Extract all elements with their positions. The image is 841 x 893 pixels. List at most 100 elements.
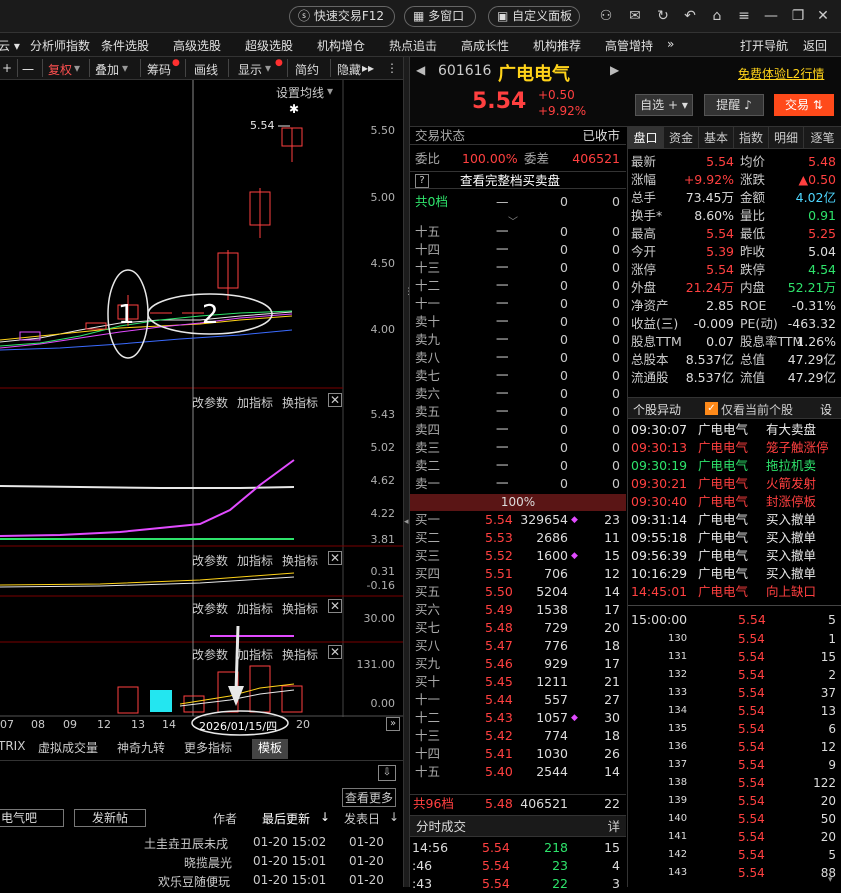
tab-tick[interactable]: 逐笔 <box>804 127 841 149</box>
scroll-icon[interactable]: ▾ <box>828 875 833 885</box>
switch-indicator-button[interactable]: 换指标 <box>282 552 318 569</box>
menu-item[interactable]: 机构推荐 <box>533 37 581 54</box>
tab-template[interactable]: 模板 <box>252 739 289 759</box>
chevron-down-icon[interactable]: ▾ <box>74 61 80 75</box>
anomaly-row[interactable]: 14:45:01 广电电气 向上缺口 <box>628 583 841 601</box>
simple-button[interactable]: 简约 <box>295 61 319 78</box>
close-icon[interactable]: ✕ <box>328 599 342 613</box>
add-indicator-button[interactable]: 加指标 <box>237 552 273 569</box>
anomaly-row[interactable]: 10:16:29 广电电气 买入撤单 <box>628 565 841 583</box>
open-nav[interactable]: 打开导航 <box>740 37 788 54</box>
anomaly-row[interactable]: 09:30:13 广电电气 笼子触涨停 <box>628 439 841 457</box>
back-button[interactable]: 返回 <box>803 37 827 54</box>
edit-params-button[interactable]: 改参数 <box>192 600 228 617</box>
forum-link[interactable]: 电气吧 <box>0 809 64 827</box>
sell-level-row[interactable]: 卖一 一 0 0 <box>410 475 626 493</box>
tab-handicap[interactable]: 盘口 <box>628 127 664 149</box>
zoom-out-button[interactable]: 一 <box>22 61 34 78</box>
prev-stock-icon[interactable]: ◀ <box>416 63 425 77</box>
tab-index[interactable]: 指数 <box>734 127 769 149</box>
anomaly-row[interactable]: 09:30:19 广电电气 拖拉机卖 <box>628 457 841 475</box>
ma-setting-button[interactable]: 设置均线 <box>276 84 324 101</box>
buy-level-row[interactable]: 买五 5.50 5204 14 <box>410 583 626 601</box>
edit-params-button[interactable]: 改参数 <box>192 552 228 569</box>
buy-level-row[interactable]: 买四 5.51 706 12 <box>410 565 626 583</box>
chevron-down-icon[interactable]: ▾ <box>265 61 271 75</box>
post-author[interactable]: 晓揽晨光 <box>184 854 232 871</box>
tab-fund[interactable]: 资金 <box>664 127 699 149</box>
l2-trial-link[interactable]: 免费体验L2行情 <box>738 65 824 82</box>
buy-level-row[interactable]: 买七 5.48 729 20 <box>410 619 626 637</box>
shirt-icon[interactable]: ⌂ <box>709 8 725 24</box>
buy-level-row[interactable]: 买一 5.54 329654 ◆ 23 <box>410 511 626 529</box>
user-icon[interactable]: ⚇ <box>598 8 614 24</box>
switch-indicator-button[interactable]: 换指标 <box>282 394 318 411</box>
last-update-header[interactable]: 最后更新 <box>262 810 310 827</box>
custom-panel-button[interactable]: ▣ 自定义面板 <box>488 6 580 27</box>
tab-td9[interactable]: 神奇九转 <box>117 739 165 759</box>
sell-level-row[interactable]: 卖五 一 0 0 <box>410 403 626 421</box>
buy-level-row[interactable]: 买三 5.52 1600 ◆ 15 <box>410 547 626 565</box>
menu-item[interactable]: 热点追击 <box>389 37 437 54</box>
sell-level-row[interactable]: 卖八 一 0 0 <box>410 349 626 367</box>
trade-button[interactable]: 交易 ⇅ <box>774 94 834 116</box>
new-post-button[interactable]: 发新帖 <box>74 809 146 827</box>
buy-level-row[interactable]: 买八 5.47 776 18 <box>410 637 626 655</box>
sell-level-row[interactable]: 十二 一 0 0 <box>410 277 626 295</box>
post-author[interactable]: 土圭垚丑辰未戌 <box>144 835 228 852</box>
sell-level-row[interactable]: 十五 一 0 0 <box>410 223 626 241</box>
anomaly-row[interactable]: 09:55:18 广电电气 买入撤单 <box>628 529 841 547</box>
anomaly-row[interactable]: 09:30:21 广电电气 火箭发射 <box>628 475 841 493</box>
alert-button[interactable]: 提醒 ♪ <box>704 94 764 116</box>
sell-level-row[interactable]: 卖二 一 0 0 <box>410 457 626 475</box>
adjust-button[interactable]: 复权 <box>48 61 72 78</box>
next-stock-icon[interactable]: ▶ <box>610 63 619 77</box>
post-date-header[interactable]: 发表日 <box>344 810 380 827</box>
sell-level-row[interactable]: 卖六 一 0 0 <box>410 385 626 403</box>
anomaly-filter-label[interactable]: 仅看当前个股 <box>721 401 793 418</box>
sell-level-row[interactable]: 卖十 一 0 0 <box>410 313 626 331</box>
switch-indicator-button[interactable]: 换指标 <box>282 646 318 663</box>
menu-more[interactable]: » <box>667 37 674 51</box>
full-book-button[interactable]: 查看完整档买卖盘 <box>460 172 560 190</box>
edit-params-button[interactable]: 改参数 <box>192 394 228 411</box>
menu-item[interactable]: 分析师指数 <box>30 37 90 54</box>
collapse-icon[interactable]: ⇩ <box>378 765 396 781</box>
close-icon[interactable]: ✕ <box>328 645 342 659</box>
quick-trade-button[interactable]: ⓢ 快速交易F12 <box>289 6 395 27</box>
undo-icon[interactable]: ↶ <box>682 8 698 24</box>
chevron-down-icon[interactable]: ▾ <box>327 84 333 98</box>
add-indicator-button[interactable]: 加指标 <box>237 600 273 617</box>
buy-level-row[interactable]: 买九 5.46 929 17 <box>410 655 626 673</box>
mail-icon[interactable]: ✉ <box>627 8 643 24</box>
multi-window-button[interactable]: ▦ 多窗口 <box>404 6 476 27</box>
anomaly-settings-button[interactable]: 设 <box>820 401 832 418</box>
add-watchlist-button[interactable]: 自选 + ▾ <box>635 94 693 116</box>
splitter[interactable]: ⋮ ◂ <box>403 57 413 887</box>
sell-level-row[interactable]: 十一 一 0 0 <box>410 295 626 313</box>
close-icon[interactable]: ✕ <box>328 393 342 407</box>
tab-virtual-volume[interactable]: 虚拟成交量 <box>38 739 98 759</box>
buy-level-row[interactable]: 买十 5.45 1211 21 <box>410 673 626 691</box>
full-book-row[interactable]: ? 查看完整档买卖盘 <box>410 171 626 189</box>
checkbox-checked-icon[interactable]: ✓ <box>705 402 718 415</box>
tick-detail-button[interactable]: 详 <box>607 818 620 836</box>
add-indicator-button[interactable]: 加指标 <box>237 646 273 663</box>
chevron-down-icon[interactable]: ▾ <box>122 61 128 75</box>
restore-icon[interactable]: ❐ <box>790 8 806 24</box>
buy-level-row[interactable]: 十三 5.42 774 18 <box>410 727 626 745</box>
overlay-button[interactable]: 叠加 <box>95 61 119 78</box>
tab-more-indicators[interactable]: 更多指标 <box>184 739 232 759</box>
double-chevron-icon[interactable]: ▸▸ <box>362 61 374 75</box>
tab-trix[interactable]: TRIX <box>0 739 25 759</box>
collapse-arrow-icon[interactable]: ◂ <box>404 517 409 527</box>
sell-level-row[interactable]: 十四 一 0 0 <box>410 241 626 259</box>
anomaly-row[interactable]: 09:30:07 广电电气 有大卖盘 <box>628 421 841 439</box>
draw-line-button[interactable]: 画线 <box>194 61 218 78</box>
close-icon[interactable]: ✕ <box>328 551 342 565</box>
menu-item[interactable]: 条件选股 <box>101 37 149 54</box>
add-indicator-button[interactable]: 加指标 <box>237 394 273 411</box>
menu-item[interactable]: 高成长性 <box>461 37 509 54</box>
menu-item[interactable]: 高级选股 <box>173 37 221 54</box>
post-author[interactable]: 欢乐豆随便玩 <box>158 873 230 890</box>
